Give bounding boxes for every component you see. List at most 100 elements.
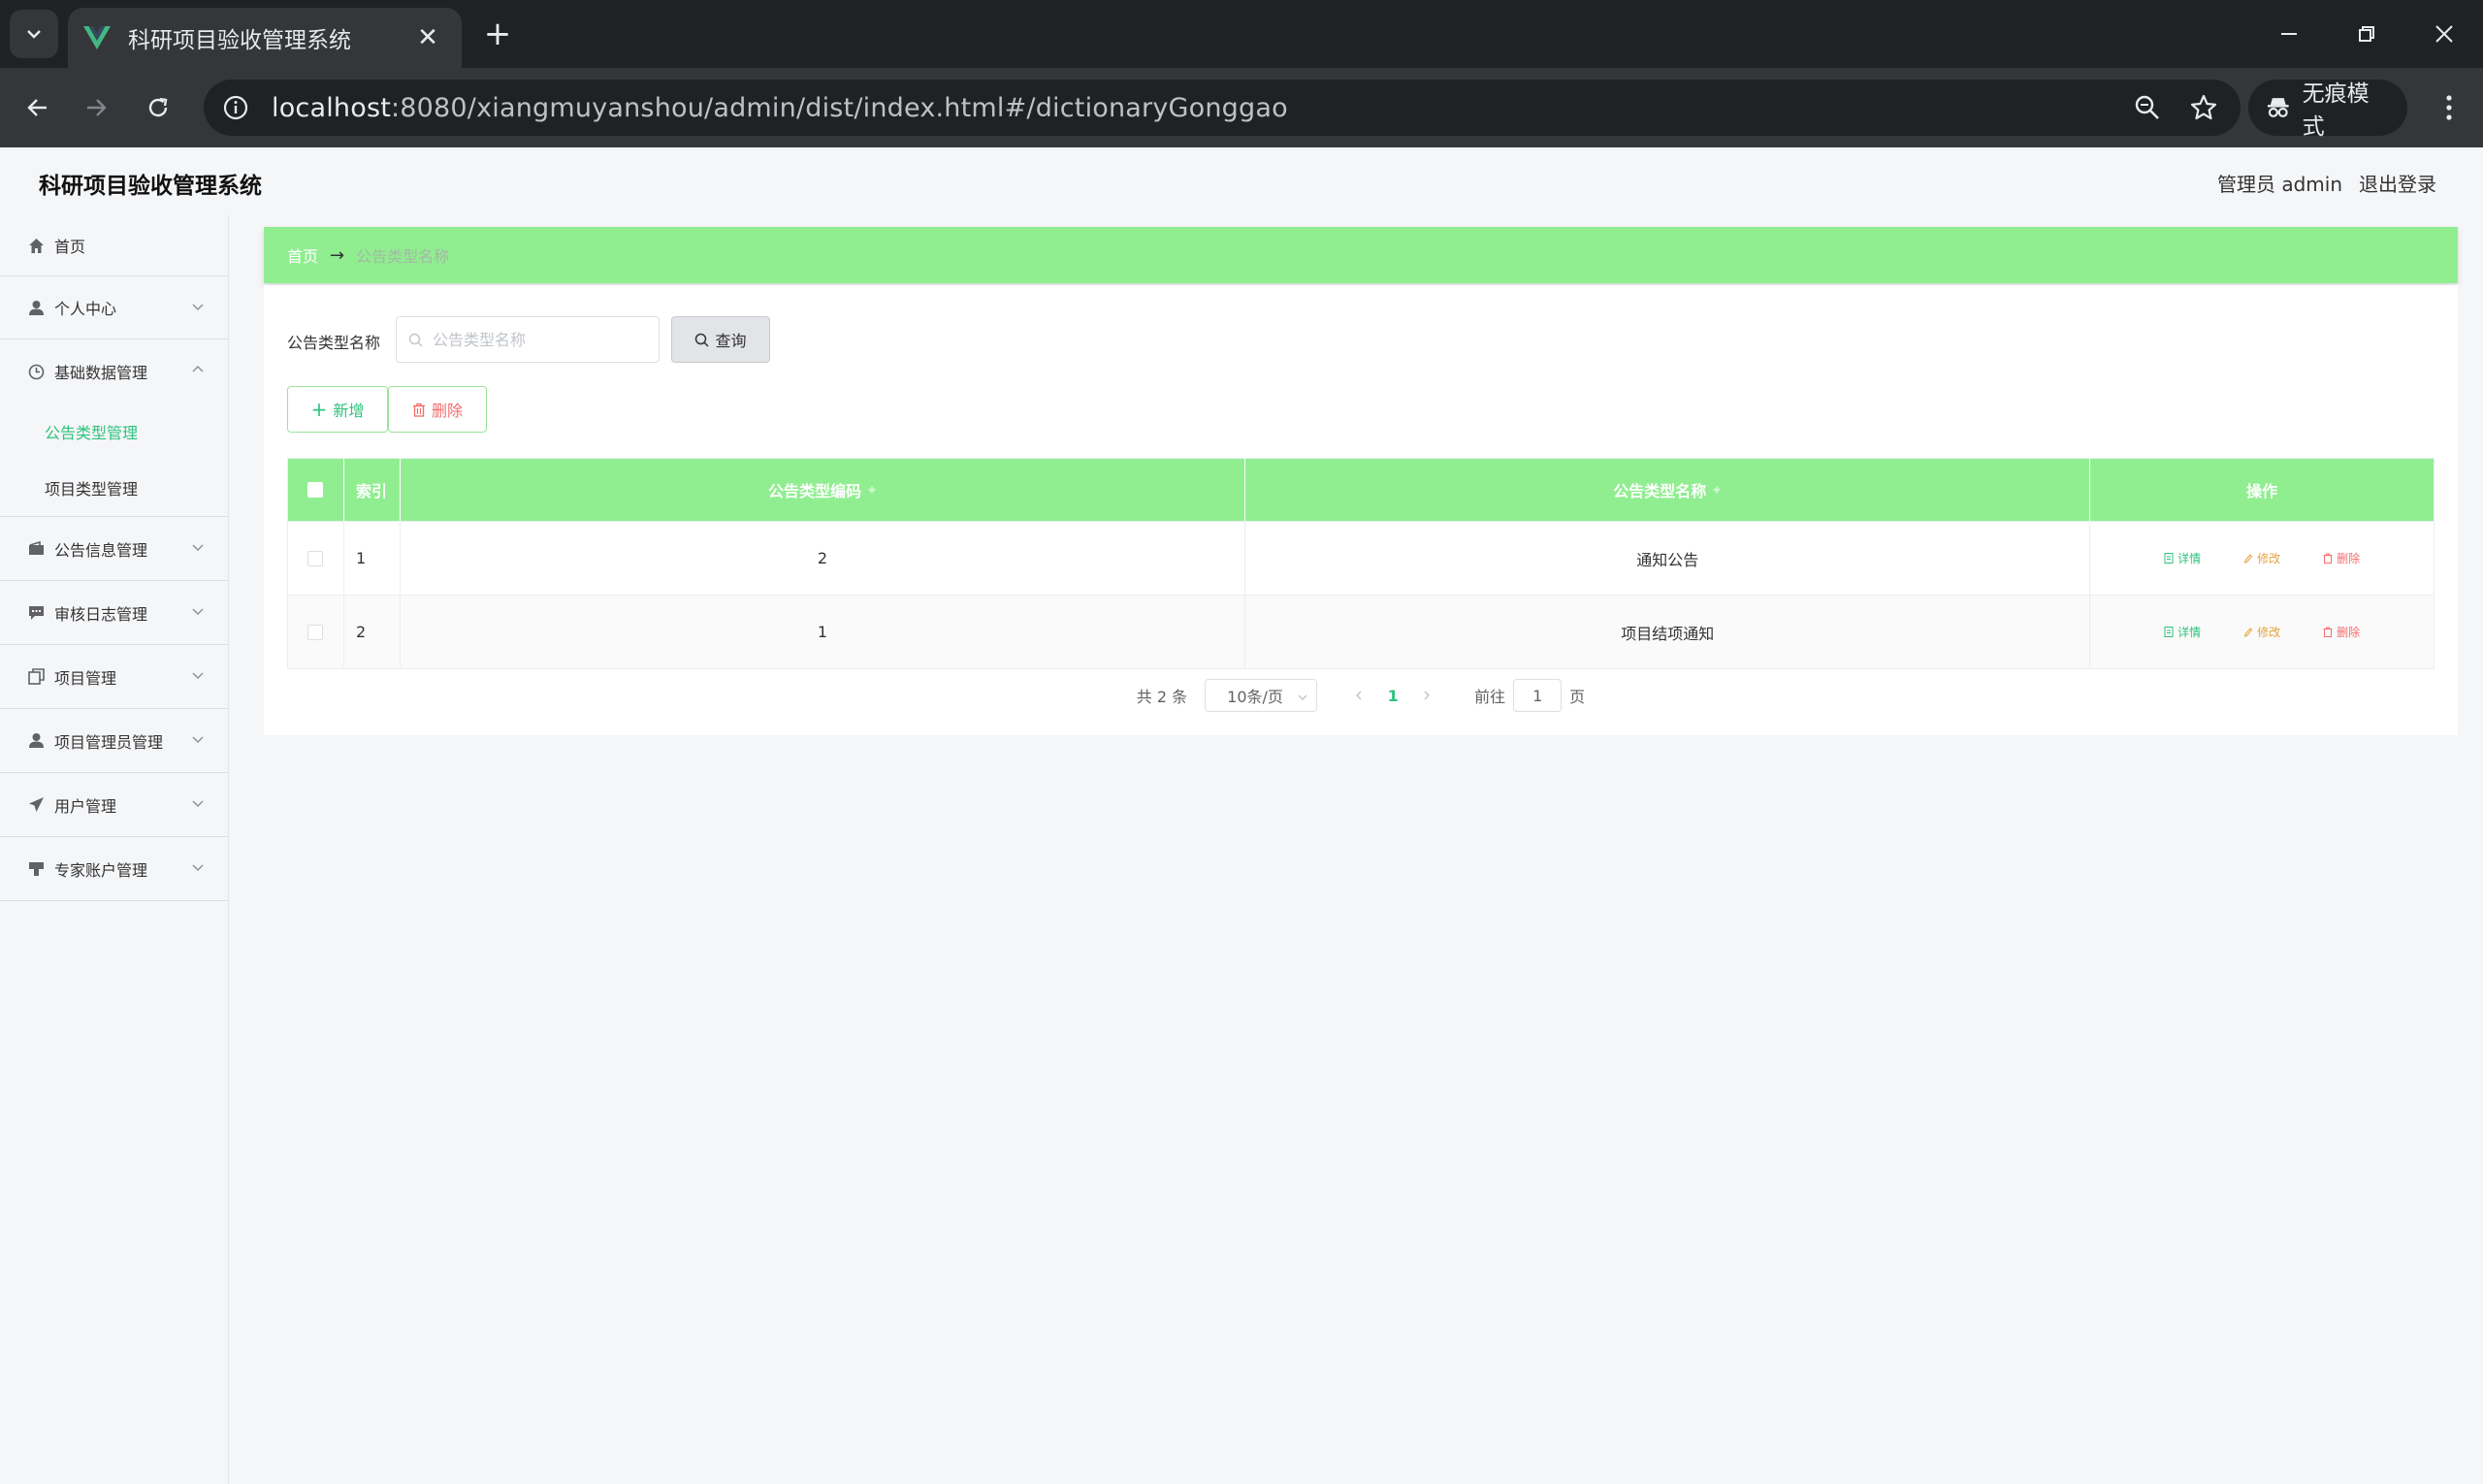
sidebar-item-audit-log[interactable]: 审核日志管理 — [0, 581, 228, 645]
search-input[interactable] — [433, 330, 646, 349]
breadcrumb-home[interactable]: 首页 — [287, 243, 318, 267]
page-size-select[interactable]: 10条/页 — [1205, 679, 1318, 712]
row-checkbox[interactable] — [307, 624, 324, 640]
column-header-code[interactable]: 公告类型编码 — [401, 459, 1246, 521]
new-tab-button[interactable]: + — [477, 14, 518, 54]
chevron-down-icon — [192, 304, 204, 311]
table-row: 1 2 通知公告 详情 修改 删除 — [288, 521, 2434, 595]
incognito-indicator[interactable]: 无痕模式 — [2248, 80, 2407, 140]
address-bar[interactable]: localhost:8080/xiangmuyanshou/admin/dist… — [204, 80, 2241, 136]
chevron-down-icon — [1298, 694, 1307, 700]
restore-button[interactable] — [2338, 10, 2396, 58]
bookmark-button[interactable] — [2184, 88, 2223, 127]
arrow-left-icon — [27, 99, 47, 116]
select-all-cell — [288, 459, 344, 521]
goto-label: 前往 — [1474, 688, 1506, 706]
forward-button[interactable] — [72, 83, 120, 132]
sidebar-item-expert[interactable]: 专家账户管理 — [0, 837, 228, 901]
zoom-button[interactable] — [2128, 88, 2167, 127]
home-icon — [27, 237, 45, 254]
row-code: 1 — [401, 596, 1246, 668]
wallet-icon — [27, 540, 45, 558]
batch-delete-label: 删除 — [431, 402, 463, 420]
sidebar-item-label: 个人中心 — [54, 300, 117, 318]
detail-label: 详情 — [2177, 626, 2202, 639]
edit-button[interactable]: 修改 — [2243, 550, 2280, 566]
data-table: 索引 公告类型编码 公告类型名称 操作 1 2 通知公告 详情 修改 删除 2 … — [287, 458, 2435, 669]
minimize-button[interactable] — [2260, 10, 2318, 58]
row-name: 通知公告 — [1245, 522, 2091, 595]
tab-title: 科研项目验收管理系统 — [128, 28, 351, 53]
page-size-value: 10条/页 — [1227, 688, 1283, 706]
copy-icon — [27, 668, 45, 686]
arrow-right-icon — [87, 99, 107, 116]
trash-icon — [2323, 553, 2333, 564]
sidebar-item-home[interactable]: 首页 — [0, 215, 228, 275]
edit-button[interactable]: 修改 — [2243, 624, 2280, 640]
add-button[interactable]: + 新增 — [287, 386, 388, 433]
search-field[interactable] — [396, 316, 660, 363]
page-unit-label: 页 — [1569, 688, 1586, 706]
column-header-name[interactable]: 公告类型名称 — [1245, 459, 2091, 521]
pagination: 共 2 条 10条/页 1 前往 页 — [264, 679, 2458, 712]
sidebar-item-label: 项目管理 — [54, 668, 117, 688]
batch-delete-button[interactable]: 删除 — [388, 386, 487, 433]
goto-page-input[interactable] — [1513, 679, 1563, 712]
sort-icon[interactable] — [1712, 481, 1722, 499]
sidebar-item-personal[interactable]: 个人中心 — [0, 275, 228, 339]
document-icon — [2164, 627, 2174, 637]
vue-logo-icon — [83, 26, 111, 49]
sidebar-item-label: 审核日志管理 — [54, 604, 148, 624]
logout-link[interactable]: 退出登录 — [2359, 169, 2436, 197]
select-all-checkbox[interactable] — [307, 482, 324, 498]
browser-menu-button[interactable] — [2425, 83, 2473, 132]
row-delete-button[interactable]: 删除 — [2323, 550, 2360, 566]
sidebar-item-basic-data[interactable]: 基础数据管理 — [0, 339, 228, 403]
row-delete-button[interactable]: 删除 — [2323, 624, 2360, 640]
page-number-current[interactable]: 1 — [1373, 687, 1412, 705]
query-button-label: 查询 — [715, 332, 747, 350]
search-icon — [408, 333, 423, 346]
minimize-icon — [2281, 33, 2297, 35]
sort-icon[interactable] — [867, 481, 877, 499]
detail-button[interactable]: 详情 — [2164, 550, 2201, 566]
browser-tab-active[interactable]: 科研项目验收管理系统 ✕ — [68, 8, 462, 68]
star-icon — [2190, 94, 2217, 120]
incognito-label: 无痕模式 — [2302, 81, 2370, 140]
row-delete-label: 删除 — [2337, 626, 2361, 639]
next-page-button[interactable] — [1412, 681, 1441, 710]
query-button[interactable]: 查询 — [671, 316, 770, 363]
search-icon — [695, 333, 710, 347]
sidebar-item-user[interactable]: 用户管理 — [0, 773, 228, 837]
more-vertical-icon — [2446, 95, 2452, 120]
close-window-button[interactable] — [2415, 10, 2473, 58]
table-header: 索引 公告类型编码 公告类型名称 操作 — [288, 459, 2434, 521]
back-button[interactable] — [14, 83, 62, 132]
sidebar-item-notice[interactable]: 公告信息管理 — [0, 517, 228, 581]
row-checkbox-cell — [288, 596, 344, 668]
sidebar-item-project-type[interactable]: 项目类型管理 — [0, 460, 228, 516]
info-icon[interactable] — [221, 93, 250, 122]
tab-search-button[interactable] — [10, 10, 58, 58]
pagination-total: 共 2 条 — [1136, 688, 1188, 706]
row-delete-label: 删除 — [2337, 552, 2361, 565]
sidebar-item-label: 项目管理员管理 — [54, 732, 164, 752]
document-icon — [2164, 553, 2174, 564]
detail-button[interactable]: 详情 — [2164, 624, 2201, 640]
detail-label: 详情 — [2177, 552, 2202, 565]
sidebar-item-project-admin[interactable]: 项目管理员管理 — [0, 709, 228, 773]
url-text[interactable]: localhost:8080/xiangmuyanshou/admin/dist… — [272, 93, 2111, 123]
tab-close-icon[interactable]: ✕ — [413, 23, 442, 52]
url-host: localhost — [272, 92, 391, 123]
app-title: 科研项目验收管理系统 — [39, 174, 262, 199]
sidebar-item-project[interactable]: 项目管理 — [0, 645, 228, 709]
row-checkbox[interactable] — [307, 550, 324, 566]
column-header-code-label: 公告类型编码 — [768, 482, 862, 500]
chevron-left-icon — [1356, 691, 1362, 700]
podium-icon — [27, 860, 45, 878]
sidebar-item-notice-type[interactable]: 公告类型管理 — [0, 403, 228, 460]
prev-page-button[interactable] — [1344, 681, 1373, 710]
chevron-down-icon — [27, 30, 41, 39]
zoom-icon — [2135, 95, 2159, 119]
reload-button[interactable] — [134, 83, 182, 132]
